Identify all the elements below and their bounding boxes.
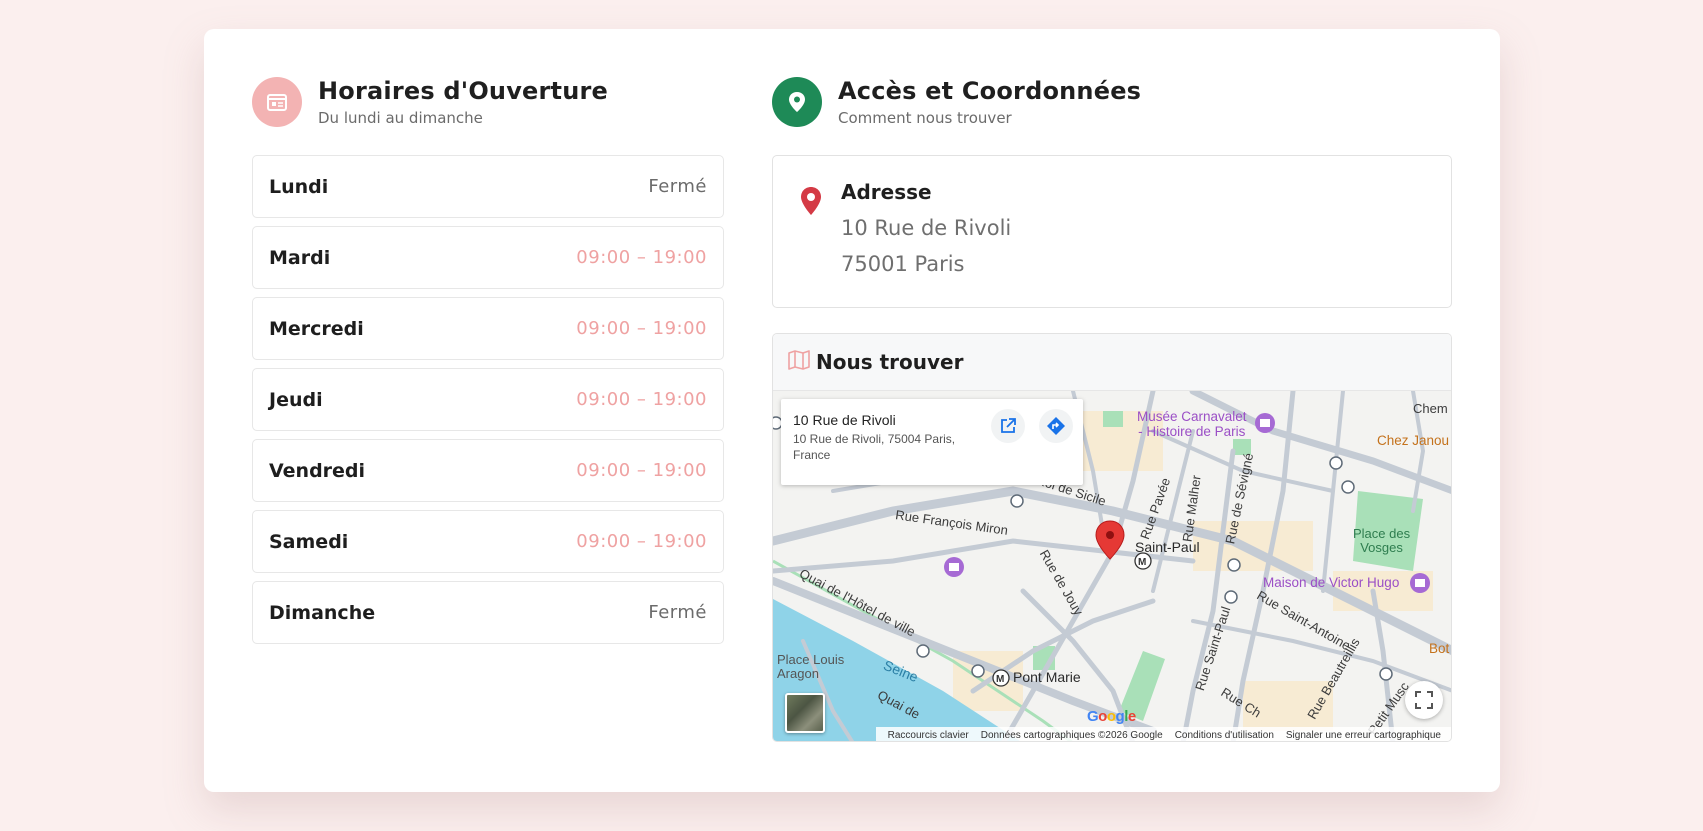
location-pin-icon (772, 77, 822, 127)
metro-label: Saint-Paul (1135, 539, 1200, 555)
info-title: 10 Rue de Rivoli (793, 412, 896, 428)
poi-label: Bot (1429, 641, 1450, 656)
hours-header: Horaires d'Ouverture Du lundi au dimanch… (252, 77, 724, 129)
map-data-text: Données cartographiques ©2026 Google (980, 729, 1163, 741)
day-row-mardi: Mardi 09:00 – 19:00 (252, 226, 724, 289)
poi-label: Musée Carnavalet - Histoire de Paris (1137, 409, 1247, 439)
keyboard-shortcuts-link[interactable]: Raccourcis clavier (888, 730, 969, 741)
calendar-icon (252, 77, 302, 127)
report-error-link[interactable]: Signaler une erreur cartographique (1286, 730, 1441, 741)
day-name: Dimanche (269, 601, 376, 624)
day-hours: Fermé (648, 176, 707, 197)
hours-subtitle: Du lundi au dimanche (318, 109, 483, 127)
day-hours: 09:00 – 19:00 (576, 247, 707, 268)
day-row-samedi: Samedi 09:00 – 19:00 (252, 510, 724, 573)
google-logo: Google (1087, 708, 1136, 725)
day-name: Mercredi (269, 317, 364, 340)
day-hours: 09:00 – 19:00 (576, 318, 707, 339)
address-title: Adresse (841, 180, 932, 204)
directions-icon (1047, 417, 1065, 435)
metro-label: Pont Marie (1013, 669, 1081, 685)
day-name: Samedi (269, 530, 349, 553)
access-title: Accès et Coordonnées (838, 77, 1142, 105)
park-label: Place des Vosges (1353, 526, 1411, 555)
fullscreen-button[interactable] (1405, 681, 1443, 719)
day-name: Jeudi (269, 388, 323, 411)
day-hours: Fermé (648, 602, 707, 623)
map-label: Place Louis Aragon (777, 652, 845, 681)
fullscreen-icon (1415, 691, 1433, 709)
day-name: Mardi (269, 246, 331, 269)
hours-title: Horaires d'Ouverture (318, 77, 609, 105)
day-row-vendredi: Vendredi 09:00 – 19:00 (252, 439, 724, 502)
info-address: 10 Rue de Rivoli, 75004 Paris, France (793, 432, 956, 462)
svg-text:M: M (996, 674, 1004, 685)
access-header: Accès et Coordonnées Comment nous trouve… (772, 77, 1452, 129)
main-card: Horaires d'Ouverture Du lundi au dimanch… (204, 29, 1500, 792)
day-name: Lundi (269, 175, 329, 198)
map-label: Chem (1413, 401, 1448, 416)
satellite-toggle[interactable] (785, 693, 825, 733)
day-row-dimanche: Dimanche Fermé (252, 581, 724, 644)
day-row-lundi: Lundi Fermé (252, 155, 724, 218)
day-row-mercredi: Mercredi 09:00 – 19:00 (252, 297, 724, 360)
day-hours: 09:00 – 19:00 (576, 389, 707, 410)
map-footer: Raccourcis clavier Données cartographiqu… (875, 727, 1451, 741)
poi-label: Maison de Victor Hugo (1263, 575, 1400, 590)
access-section: Accès et Coordonnées Comment nous trouve… (772, 77, 1452, 742)
access-subtitle: Comment nous trouver (838, 109, 1012, 127)
map-marker-icon (799, 186, 823, 220)
map-title: Nous trouver (816, 350, 964, 374)
address-line-2: 75001 Paris (841, 252, 965, 276)
terms-link[interactable]: Conditions d'utilisation (1175, 730, 1274, 741)
poi-label: Chez Janou (1377, 433, 1450, 448)
day-hours: 09:00 – 19:00 (576, 531, 707, 552)
address-card: Adresse 10 Rue de Rivoli 75001 Paris (772, 155, 1452, 308)
external-link-icon (1001, 418, 1016, 433)
map-info-card: 10 Rue de Rivoli 10 Rue de Rivoli, 75004… (781, 399, 1083, 485)
address-line-1: 10 Rue de Rivoli (841, 216, 1012, 240)
day-hours: 09:00 – 19:00 (576, 460, 707, 481)
day-row-jeudi: Jeudi 09:00 – 19:00 (252, 368, 724, 431)
open-in-maps-button[interactable] (991, 409, 1025, 443)
map-icon (788, 350, 810, 374)
directions-button[interactable] (1039, 409, 1073, 443)
svg-text:M: M (1138, 557, 1146, 568)
map-view[interactable]: M M Roi de Sicile Rue François Miron Rue… (773, 391, 1451, 741)
map-header: Nous trouver (773, 334, 1451, 391)
day-name: Vendredi (269, 459, 366, 482)
hours-section: Horaires d'Ouverture Du lundi au dimanch… (252, 77, 724, 652)
map-card: Nous trouver M M Roi de Sicile Rue Franç… (772, 333, 1452, 742)
